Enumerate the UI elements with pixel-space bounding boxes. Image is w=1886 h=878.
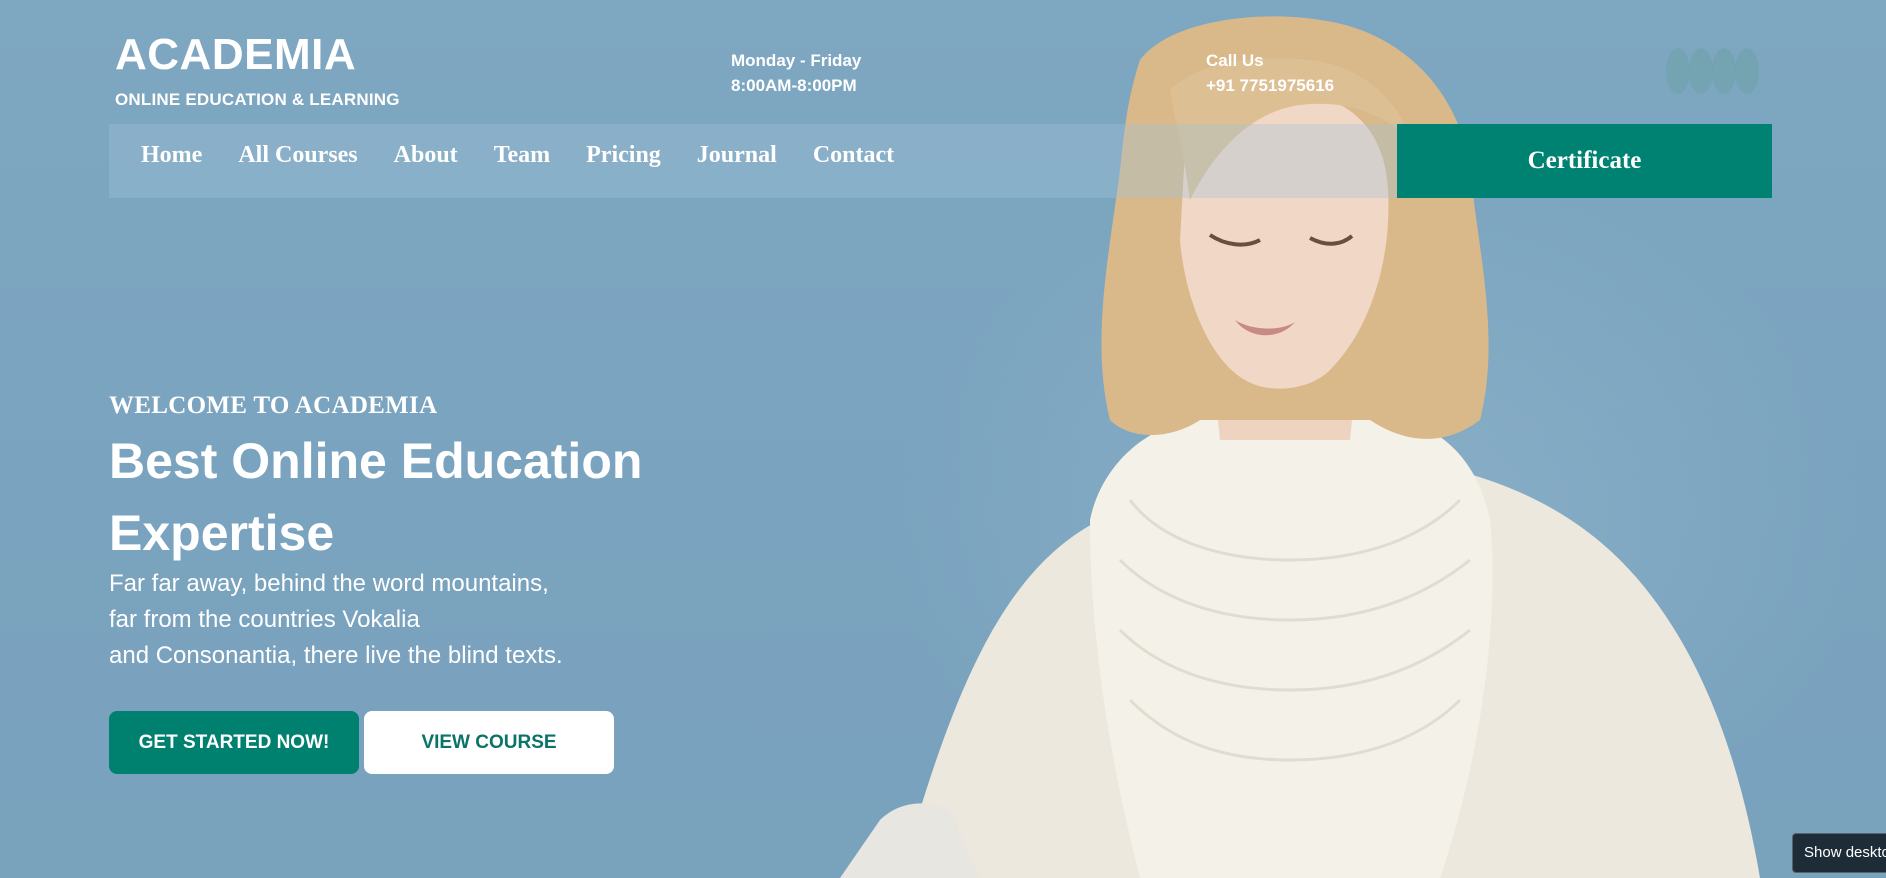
nav-links: Home All Courses About Team Pricing Jour… <box>141 142 930 169</box>
call-number: +91 7751975616 <box>1206 76 1335 95</box>
brand-title[interactable]: ACADEMIA <box>115 30 400 80</box>
hero-description: Far far away, behind the word mountains,… <box>109 566 563 674</box>
hero-description-line: far from the countries Vokalia <box>109 606 420 633</box>
hours-time: 8:00AM-8:00PM <box>731 76 857 95</box>
social-icon-2[interactable] <box>1689 48 1713 94</box>
get-started-button[interactable]: GET STARTED NOW! <box>109 711 359 774</box>
social-icon-1[interactable] <box>1666 48 1690 94</box>
hours-days: Monday - Friday <box>731 51 862 70</box>
office-hours: Monday - Friday 8:00AM-8:00PM <box>731 48 861 98</box>
nav-item-all-courses[interactable]: All Courses <box>238 142 357 169</box>
nav-item-team[interactable]: Team <box>494 142 550 169</box>
social-links <box>1666 48 1759 94</box>
social-icon-3[interactable] <box>1712 48 1736 94</box>
call-label: Call Us <box>1206 51 1264 70</box>
nav-item-journal[interactable]: Journal <box>697 142 777 169</box>
hero-welcome: WELCOME TO ACADEMIA <box>109 392 438 419</box>
hero-description-line: Far far away, behind the word mountains, <box>109 570 549 597</box>
brand-subtitle: ONLINE EDUCATION & LEARNING <box>115 90 400 109</box>
hero-headline: Best Online Education Expertise <box>109 433 643 561</box>
brand: ACADEMIA ONLINE EDUCATION & LEARNING <box>115 30 400 110</box>
social-icon-4[interactable] <box>1735 48 1759 94</box>
view-course-button[interactable]: VIEW COURSE <box>364 711 614 774</box>
call-us: Call Us +91 7751975616 <box>1206 48 1334 98</box>
certificate-button[interactable]: Certificate <box>1397 124 1772 198</box>
nav-item-home[interactable]: Home <box>141 142 202 169</box>
nav-item-contact[interactable]: Contact <box>813 142 894 169</box>
nav-item-about[interactable]: About <box>394 142 458 169</box>
show-desktop-tooltip[interactable]: Show desktop <box>1792 833 1886 873</box>
hero-description-line: and Consonantia, there live the blind te… <box>109 642 563 669</box>
nav-item-pricing[interactable]: Pricing <box>586 142 661 169</box>
